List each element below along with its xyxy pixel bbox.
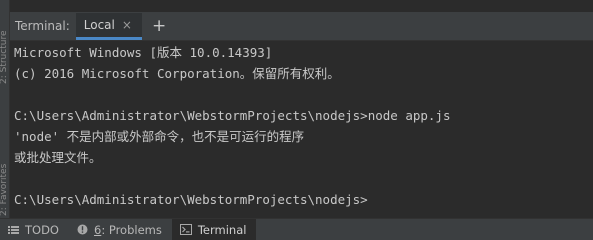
left-tool-stripe: 2: Structure 2: Favorites bbox=[0, 0, 10, 218]
problems-number: 6 bbox=[93, 222, 102, 237]
terminal-tool-button[interactable]: Terminal bbox=[171, 219, 257, 240]
terminal-label: Terminal bbox=[197, 222, 247, 237]
problems-label: : Problems bbox=[101, 222, 162, 237]
problems-tool-button[interactable]: 6: Problems bbox=[69, 219, 172, 240]
tab-local[interactable]: Local × bbox=[75, 13, 142, 40]
terminal-line: Microsoft Windows [版本 10.0.14393] bbox=[14, 45, 273, 60]
warning-icon bbox=[77, 224, 88, 235]
terminal-line: C:\Users\Administrator\WebstormProjects\… bbox=[14, 108, 451, 123]
terminal-line: 'node' 不是内部或外部命令，也不是可运行的程序 bbox=[14, 129, 305, 144]
list-icon bbox=[8, 225, 19, 235]
tab-local-label: Local bbox=[83, 18, 115, 32]
terminal-line: 或批处理文件。 bbox=[14, 150, 102, 165]
todo-tool-button[interactable]: TODO bbox=[0, 219, 69, 240]
terminal-icon bbox=[179, 224, 192, 235]
terminal-tool-title: Terminal: bbox=[15, 19, 70, 33]
terminal-line: (c) 2016 Microsoft Corporation。保留所有权利。 bbox=[14, 66, 340, 81]
terminal-prompt-line: C:\Users\Administrator\WebstormProjects\… bbox=[14, 192, 368, 207]
bottom-tool-bar: TODO 6: Problems Terminal bbox=[0, 218, 593, 240]
structure-stripe-button[interactable]: 2: Structure bbox=[0, 31, 9, 85]
todo-label: TODO bbox=[25, 222, 59, 237]
add-tab-button[interactable]: + bbox=[142, 12, 176, 40]
terminal-tab-bar: Terminal: Local × + bbox=[10, 12, 593, 41]
favorites-stripe-button[interactable]: 2: Favorites bbox=[0, 164, 9, 216]
terminal-output[interactable]: Microsoft Windows [版本 10.0.14393] (c) 20… bbox=[14, 41, 593, 217]
close-icon[interactable]: × bbox=[122, 19, 132, 31]
